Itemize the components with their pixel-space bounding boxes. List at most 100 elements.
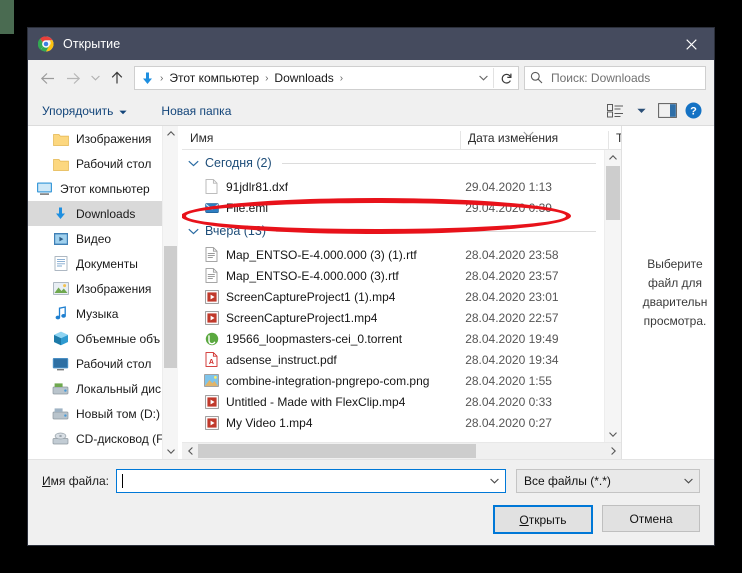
file-date-cell: 29.04.2020 1:13 [465,179,552,194]
help-circle-icon[interactable]: ? [680,100,706,122]
table-row[interactable]: combine-integration-pngrepo-com.png 28.0… [182,370,604,391]
address-bar[interactable]: › Этот компьютер › Downloads › [134,66,519,90]
sidebar-item-3d-objects[interactable]: Объемные объ [28,326,178,351]
column-header-date-label: Дата изменения [468,131,559,145]
view-dropdown-icon[interactable] [628,100,654,122]
filename-input[interactable] [115,469,506,493]
file-name-label: Map_ENTSO-E-4.000.000 (3).rtf [226,268,399,283]
table-row[interactable]: A adsense_instruct.pdf 28.04.2020 19:34 … [182,349,604,370]
rtf-document-icon [204,268,219,283]
downloads-arrow-icon [140,71,155,86]
cancel-button[interactable]: Отмена [602,505,700,532]
sidebar-item-new-volume[interactable]: Новый том (D:) [28,401,178,426]
sidebar-item-desktop-quick[interactable]: Рабочий стол [28,151,178,176]
table-row[interactable]: 91jdlr81.dxf 29.04.2020 1:13 Ф [182,176,604,197]
scroll-right-icon[interactable] [605,443,621,459]
filename-label-accel: И [42,474,51,488]
organize-button[interactable]: Упорядочить [42,104,128,118]
sidebar-item-desktop[interactable]: Рабочий стол [28,351,178,376]
filetype-dropdown[interactable]: Все файлы (*.*) [516,469,700,493]
filename-dropdown-icon[interactable] [483,478,505,484]
file-name-label: ScreenCaptureProject1 (1).mp4 [226,289,396,304]
sidebar-scroll-thumb[interactable] [164,246,177,368]
filename-label-rest: мя файла: [50,474,109,488]
sidebar-item-downloads[interactable]: Downloads [28,201,178,226]
preview-line-1: Выберите [647,256,703,271]
scroll-up-icon[interactable] [163,126,178,141]
column-header-type[interactable]: Т [608,131,621,149]
column-header-name-label: Имя [190,131,214,145]
sidebar-item-cd-drive[interactable]: CD-дисковод (F [28,426,178,451]
group-header-today[interactable]: Сегодня (2) [182,150,604,176]
sidebar-item-label: Рабочий стол [76,356,152,371]
table-row[interactable]: My Video 1.mp4 28.04.2020 0:27 Ф [182,412,604,433]
file-name-label: ScreenCaptureProject1.mp4 [226,310,378,325]
file-name-cell: Map_ENTSO-E-4.000.000 (3).rtf [182,268,458,283]
preview-line-4: просмотра. [643,313,707,328]
refresh-button[interactable] [493,68,518,88]
open-button[interactable]: Открыть [493,505,593,534]
file-list-horizontal-scrollbar[interactable] [182,442,621,459]
sidebar-item-videos[interactable]: Видео [28,226,178,251]
rtf-document-icon [204,247,219,262]
open-button-rest: ткрыть [528,512,567,527]
group-header-yesterday[interactable]: Вчера (13) [182,218,604,244]
sidebar-item-documents[interactable]: Документы [28,251,178,276]
sidebar-item-music[interactable]: Музыка [28,301,178,326]
table-row[interactable]: Map_ENTSO-E-4.000.000 (3) (1).rtf 28.04.… [182,244,604,265]
horizontal-scroll-track[interactable] [198,443,605,459]
up-button[interactable] [104,65,130,91]
file-name-cell: My Video 1.mp4 [182,415,458,430]
preview-pane-icon[interactable] [654,100,680,122]
sidebar-scrollbar[interactable] [162,126,178,459]
file-date-cell: 28.04.2020 19:34 [465,352,559,367]
close-button[interactable] [669,28,714,60]
file-name-cell: ScreenCaptureProject1.mp4 [182,310,458,325]
table-row[interactable]: ScreenCaptureProject1.mp4 28.04.2020 22:… [182,307,604,328]
recent-locations-button[interactable] [86,65,104,91]
file-name-cell: A adsense_instruct.pdf [182,352,458,367]
video-file-icon [204,289,219,304]
file-type-cell: Ф [597,290,604,304]
address-dropdown-icon[interactable] [473,75,493,81]
window-title: Открытие [63,37,121,51]
table-row[interactable]: File.eml 29.04.2020 0:39 Ф [182,197,604,218]
column-header-name[interactable]: Имя [182,131,460,149]
command-toolbar: Упорядочить Новая папка ? [28,96,714,126]
file-name-label: Untitled - Made with FlexClip.mp4 [226,394,406,409]
scroll-down-icon[interactable] [163,444,178,459]
new-folder-button[interactable]: Новая папка [161,104,231,118]
file-type-cell: Ф [597,374,604,388]
scroll-down-icon[interactable] [605,427,621,442]
forward-button[interactable] [60,65,86,91]
file-date-cell: 28.04.2020 23:01 [465,289,559,304]
sidebar-item-pictures[interactable]: Изображения [28,276,178,301]
sidebar-item-pictures-quick[interactable]: Изображения [28,126,178,151]
column-header-date[interactable]: Дата изменения [460,131,608,149]
sidebar-item-this-pc[interactable]: Этот компьютер [28,176,178,201]
table-row[interactable]: Untitled - Made with FlexClip.mp4 28.04.… [182,391,604,412]
video-file-icon [204,415,219,430]
folder-icon [52,155,69,172]
file-name-cell: combine-integration-pngrepo-com.png [182,373,458,388]
sidebar-item-local-disk[interactable]: Локальный дис [28,376,178,401]
sidebar-item-label: Рабочий стол [76,156,152,171]
back-button[interactable] [34,65,60,91]
table-row[interactable]: ScreenCaptureProject1 (1).mp4 28.04.2020… [182,286,604,307]
sidebar-item-label: Видео [76,231,112,246]
search-input[interactable]: Поиск: Downloads [524,66,706,90]
drive-icon [52,405,69,422]
view-list-icon[interactable] [602,100,628,122]
table-row[interactable]: 19566_loopmasters-cei_0.torrent 28.04.20… [182,328,604,349]
breadcrumb-item-downloads[interactable]: Downloads [273,71,334,85]
file-list-scroll-thumb[interactable] [606,166,620,220]
file-list-scrollbar[interactable] [604,150,621,442]
file-type-cell: Д [597,248,604,262]
scroll-left-icon[interactable] [182,443,198,459]
image-file-icon [204,373,219,388]
scroll-up-icon[interactable] [605,150,621,165]
breadcrumb-item-computer[interactable]: Этот компьютер [168,71,260,85]
dialog-body: Изображения Рабочий стол Этот компьютер [28,126,714,459]
table-row[interactable]: Map_ENTSO-E-4.000.000 (3).rtf 28.04.2020… [182,265,604,286]
chevron-down-icon[interactable] [677,478,699,484]
